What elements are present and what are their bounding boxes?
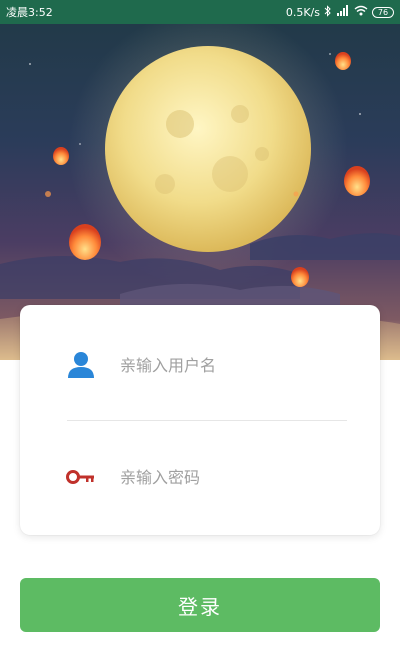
login-card	[20, 305, 380, 535]
username-field	[20, 335, 380, 395]
network-speed: 0.5K/s	[285, 5, 320, 19]
lantern	[335, 52, 351, 70]
field-divider	[67, 420, 347, 421]
password-input[interactable]	[118, 461, 352, 493]
moon	[105, 46, 311, 252]
battery-icon: 76	[372, 6, 394, 18]
login-button[interactable]: 登录	[20, 578, 380, 632]
lantern	[291, 267, 309, 287]
person-icon	[64, 349, 98, 381]
status-icons: 0.5K/s 76	[285, 4, 394, 20]
signal-icon	[336, 5, 350, 19]
username-input[interactable]	[118, 349, 352, 381]
bluetooth-icon	[324, 4, 332, 20]
password-field	[20, 447, 380, 507]
lantern	[53, 147, 69, 165]
wifi-icon	[354, 5, 368, 19]
status-time: 凌晨3:52	[6, 6, 53, 19]
status-bar: 凌晨3:52 0.5K/s 76	[0, 0, 400, 24]
key-icon	[64, 461, 98, 493]
lantern	[344, 166, 370, 196]
lantern	[69, 224, 101, 260]
